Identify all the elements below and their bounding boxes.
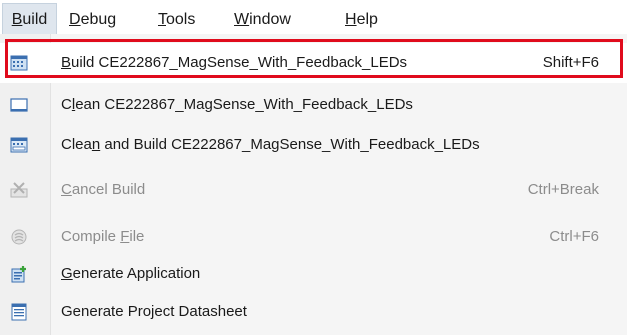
menu-item-clean-and-build-label: Clean and Build CE222867_MagSense_With_F… — [61, 134, 480, 156]
menu-window-text-rest: indow — [249, 11, 291, 28]
menu-item-build-label: Build CE222867_MagSense_With_Feedback_LE… — [61, 52, 407, 74]
cancel-build-icon — [10, 181, 28, 199]
label-mnemonic: F — [120, 228, 130, 245]
label-text: Generate Project Datasheet — [61, 303, 247, 320]
label-text: Compile — [61, 228, 121, 245]
menu-item-generate-application-label: Generate Application — [61, 263, 200, 285]
menu-item-compile-file-label: Compile File — [61, 226, 144, 248]
menu-item-clean-label: Clean CE222867_MagSense_With_Feedback_LE… — [61, 94, 413, 116]
menu-bar: Build Debug Tools Window Help — [0, 0, 627, 38]
menu-item-cancel-build-shortcut: Ctrl+Break — [527, 181, 599, 198]
label-text: C — [61, 96, 72, 113]
datasheet-icon — [10, 303, 28, 321]
menu-item-compile-file[interactable]: Compile File Ctrl+F6 — [0, 217, 627, 257]
menu-build[interactable]: Build — [2, 3, 57, 35]
menu-item-generate-project-datasheet-label: Generate Project Datasheet — [61, 301, 247, 323]
menu-window-mnemonic: W — [234, 11, 250, 28]
build-dropdown-menu: Build CE222867_MagSense_With_Feedback_LE… — [0, 34, 627, 335]
label-mnemonic: C — [61, 181, 72, 198]
menu-build-text-rest: uild — [22, 11, 48, 28]
menu-help-mnemonic: H — [345, 11, 357, 28]
label-text-rest: uild CE222867_MagSense_With_Feedback_LED… — [71, 54, 408, 71]
menu-build-mnemonic: B — [11, 11, 23, 28]
label-text-rest: ile — [129, 228, 145, 245]
menu-tools-mnemonic: T — [158, 11, 166, 28]
label-mnemonic: B — [61, 54, 72, 71]
menu-item-clean[interactable]: Clean CE222867_MagSense_With_Feedback_LE… — [0, 85, 627, 125]
menu-debug-text-rest: ebug — [80, 11, 117, 28]
label-text-rest: ean CE222867_MagSense_With_Feedback_LEDs — [75, 96, 413, 113]
label-text-rest: ancel Build — [71, 181, 146, 198]
menu-item-build-shortcut: Shift+F6 — [542, 54, 599, 71]
menu-debug[interactable]: Debug — [69, 8, 116, 32]
menu-item-compile-file-shortcut: Ctrl+F6 — [549, 228, 599, 245]
generate-application-icon — [10, 265, 28, 283]
compile-file-icon — [10, 228, 28, 246]
label-text-rest: and Build CE222867_MagSense_With_Feedbac… — [100, 136, 480, 153]
label-mnemonic: G — [61, 265, 73, 282]
menu-tools-text-rest: ools — [166, 11, 196, 28]
menu-item-cancel-build[interactable]: Cancel Build Ctrl+Break — [0, 170, 627, 210]
label-text: Clea — [61, 136, 92, 153]
menu-help[interactable]: Help — [345, 8, 378, 32]
build-icon — [10, 54, 28, 72]
menu-item-build[interactable]: Build CE222867_MagSense_With_Feedback_LE… — [0, 43, 627, 83]
clean-build-icon — [10, 136, 28, 154]
label-text-rest: enerate Application — [72, 265, 201, 282]
menu-item-generate-project-datasheet[interactable]: Generate Project Datasheet — [0, 292, 627, 332]
menu-item-generate-application[interactable]: Generate Application — [0, 254, 627, 294]
menu-window[interactable]: Window — [234, 8, 291, 32]
menu-help-text-rest: elp — [356, 11, 378, 28]
clean-icon — [10, 96, 28, 114]
menu-tools[interactable]: Tools — [158, 8, 195, 32]
menu-item-clean-and-build[interactable]: Clean and Build CE222867_MagSense_With_F… — [0, 125, 627, 165]
menu-item-cancel-build-label: Cancel Build — [61, 179, 145, 201]
menu-debug-mnemonic: D — [69, 11, 81, 28]
label-mnemonic: n — [91, 136, 101, 153]
